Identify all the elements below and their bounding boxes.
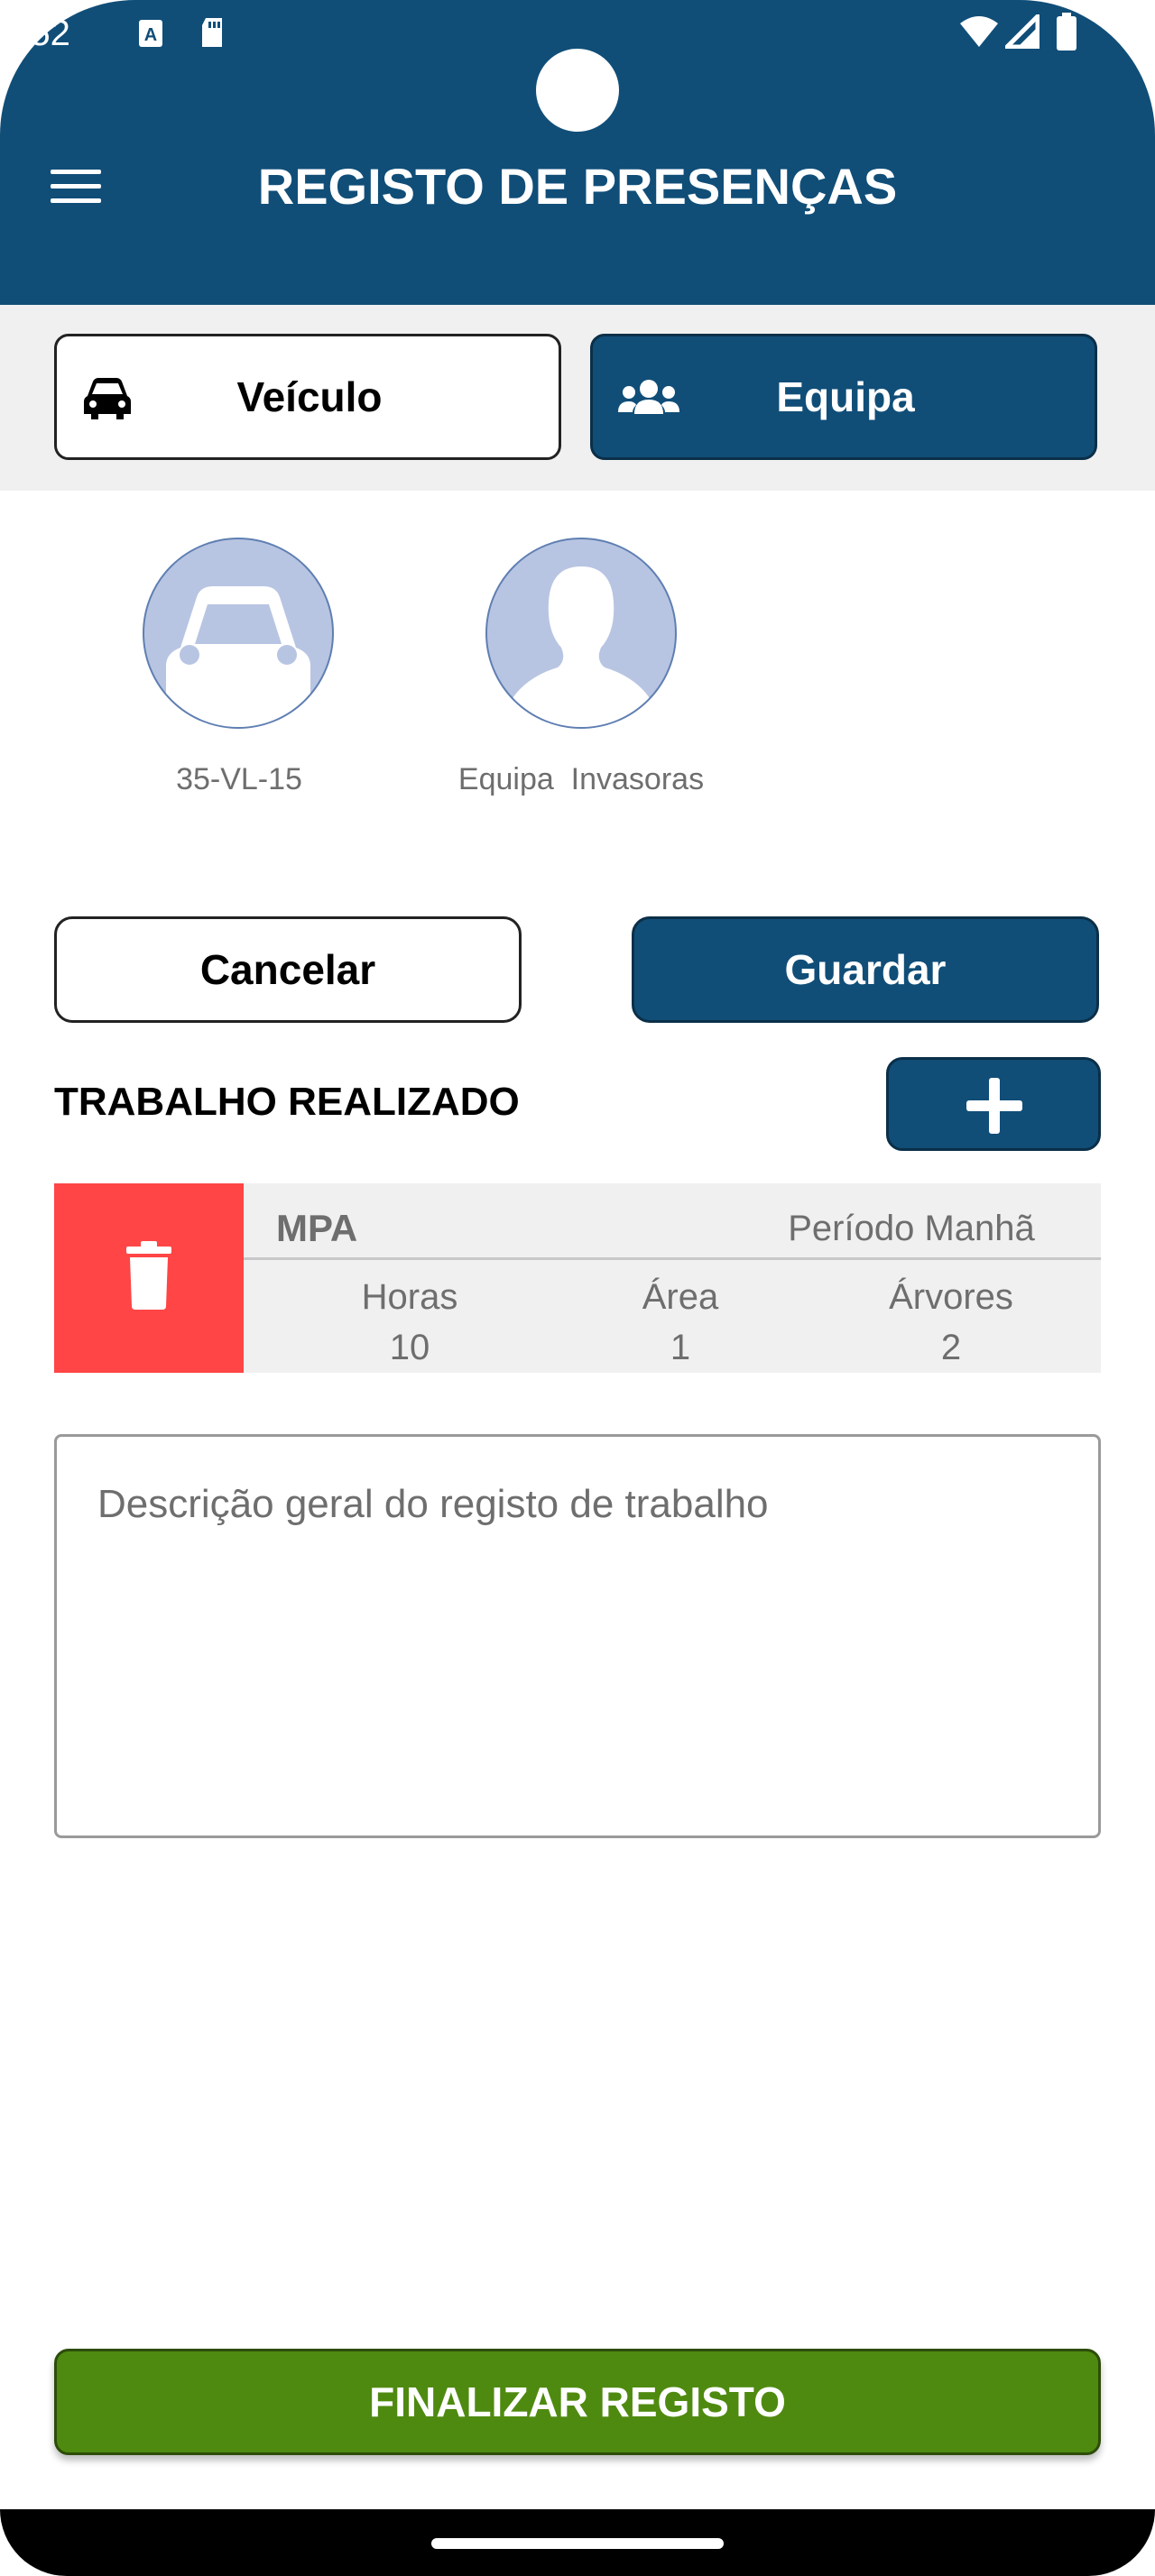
- home-handle[interactable]: [431, 2538, 724, 2549]
- stat-hours-label: Horas: [361, 1277, 458, 1317]
- team-label: Equipa Invasoras: [457, 762, 705, 796]
- section-title: TRABALHO REALIZADO: [54, 1080, 520, 1124]
- stat-area-value: 1: [670, 1328, 691, 1367]
- page-title: REGISTO DE PRESENÇAS: [257, 158, 898, 215]
- tab-team[interactable]: Equipa: [590, 334, 1097, 460]
- tab-vehicle[interactable]: Veículo: [54, 334, 561, 460]
- stat-trees-value: 2: [940, 1328, 962, 1367]
- vehicle-label: 35-VL-15: [176, 762, 302, 796]
- signal-icon: [1001, 10, 1040, 50]
- finalize-button[interactable]: FINALIZAR REGISTO: [54, 2349, 1101, 2455]
- text-a-icon: A: [137, 18, 164, 49]
- sd-card-icon: [199, 16, 226, 49]
- description-placeholder: Descrição geral do registo de trabalho: [97, 1482, 769, 1526]
- add-work-button[interactable]: [886, 1057, 1101, 1151]
- camera-cutout: [536, 49, 619, 132]
- battery-icon: [1056, 13, 1077, 51]
- car-icon: [166, 586, 310, 727]
- person-icon: [498, 566, 664, 727]
- stat-hours-value: 10: [389, 1328, 430, 1367]
- status-time: 1:52: [0, 14, 70, 53]
- svg-text:A: A: [144, 25, 157, 45]
- delete-button[interactable]: [54, 1183, 244, 1373]
- wifi-icon: [958, 14, 1000, 49]
- stat-trees-label: Árvores: [889, 1277, 1013, 1317]
- tab-team-label: Equipa: [776, 373, 915, 420]
- cancel-button[interactable]: Cancelar: [54, 916, 522, 1023]
- vehicle-avatar[interactable]: [143, 538, 334, 729]
- menu-icon[interactable]: [51, 170, 101, 206]
- team-avatar[interactable]: [485, 538, 677, 729]
- trash-icon: [126, 1241, 171, 1310]
- save-button[interactable]: Guardar: [632, 916, 1099, 1023]
- stat-area-label: Área: [642, 1277, 719, 1317]
- work-item-code: MPA: [276, 1207, 358, 1249]
- tab-vehicle-label: Veículo: [236, 373, 383, 420]
- card-divider: [244, 1257, 1101, 1260]
- work-item-period: Período Manhã: [788, 1209, 1035, 1248]
